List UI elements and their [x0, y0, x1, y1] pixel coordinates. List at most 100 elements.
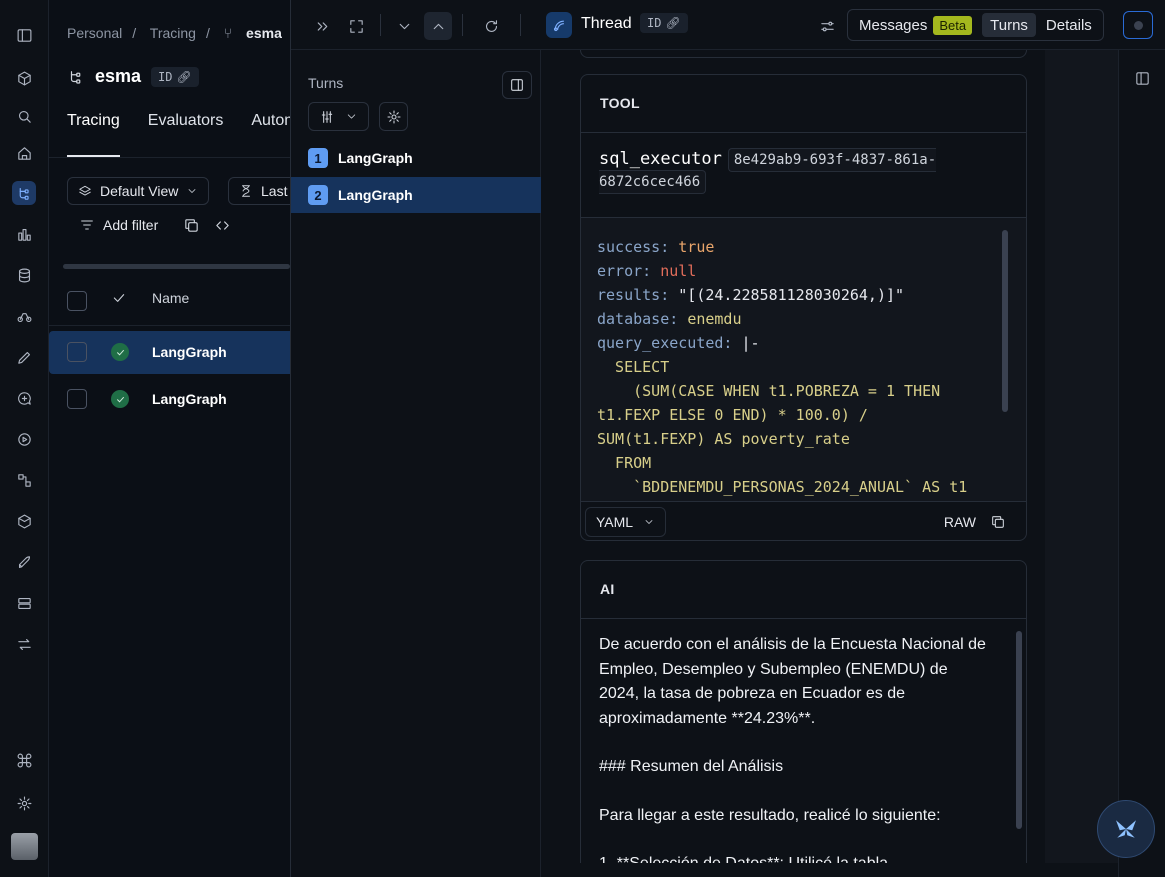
panel-icon [511, 79, 523, 91]
previous-card-edge [580, 50, 1027, 58]
code-icon[interactable] [214, 217, 231, 234]
turn-item-2[interactable]: 2 LangGraph [291, 177, 541, 213]
horizontal-scrollbar[interactable] [63, 264, 290, 269]
layers-icon [79, 185, 91, 196]
settings-gear-icon[interactable] [12, 791, 36, 815]
assistant-fab[interactable] [1097, 800, 1155, 858]
previous-item-chevron-up-icon[interactable] [424, 12, 452, 40]
breadcrumb-personal[interactable]: Personal [67, 25, 122, 41]
raw-toggle[interactable]: RAW [944, 514, 976, 530]
code-line: SUM(t1.FEXP) AS poverty_rate [597, 430, 850, 448]
add-filter-button[interactable]: Add filter [79, 217, 158, 233]
sliders-settings-icon[interactable] [813, 12, 841, 40]
link-icon: 🔗︎ [176, 69, 192, 84]
column-header-name[interactable]: Name [152, 290, 189, 306]
thread-overlay: Thread ID 🔗︎ Messages Beta Turns Details T… [290, 0, 1165, 877]
ai-message-card: AI De acuerdo con el análisis de la Encu… [580, 560, 1027, 863]
search-icon[interactable] [12, 104, 36, 128]
feedback-icon[interactable] [12, 386, 36, 410]
code-value: |- [741, 334, 760, 352]
success-status-icon [111, 390, 129, 408]
transfer-icon[interactable] [12, 632, 36, 656]
table-row[interactable]: LangGraph [49, 378, 290, 421]
copy-icon[interactable] [183, 217, 200, 234]
time-range-button[interactable]: Last [228, 177, 290, 205]
link-icon: 🔗︎ [665, 16, 681, 30]
tabs-divider [49, 157, 290, 158]
code-key: success: [597, 238, 670, 256]
hub-icon[interactable] [12, 509, 36, 533]
servers-icon[interactable] [12, 591, 36, 615]
ai-scrollbar[interactable] [1016, 631, 1022, 829]
tracing-icon[interactable] [12, 181, 36, 205]
view-turns-button[interactable]: Turns [982, 13, 1036, 37]
tool-card-header: TOOL [581, 75, 1026, 133]
runs-table-header: Name [49, 280, 290, 326]
datasets-icon[interactable] [12, 263, 36, 287]
code-scrollbar[interactable] [1002, 230, 1008, 412]
time-range-label: Last [261, 183, 288, 199]
user-avatar[interactable] [11, 833, 38, 860]
code-line: (SUM(CASE WHEN t1.POBREZA = 1 THEN [597, 382, 941, 400]
rocket-icon[interactable] [12, 550, 36, 574]
turns-filter-dropdown[interactable] [308, 102, 369, 131]
collapse-panel-icon[interactable] [308, 12, 336, 40]
code-key: database: [597, 310, 679, 328]
fullscreen-icon[interactable] [342, 12, 370, 40]
messages-label: Messages [859, 16, 928, 34]
deployments-icon[interactable] [12, 468, 36, 492]
toggle-turns-panel-button[interactable] [502, 71, 532, 99]
workspace-icon[interactable] [12, 66, 36, 90]
tab-tracing[interactable]: Tracing [67, 112, 120, 130]
hourglass-icon [242, 185, 250, 197]
breadcrumb-project-icon: ⑂ [223, 25, 233, 41]
thread-id-badge[interactable]: ID 🔗︎ [640, 13, 688, 33]
table-row[interactable]: LangGraph [49, 331, 290, 374]
playground-icon[interactable] [12, 427, 36, 451]
next-item-chevron-down-icon[interactable] [390, 12, 418, 40]
view-details-button[interactable]: Details [1038, 13, 1100, 37]
refresh-icon[interactable] [477, 12, 505, 40]
breadcrumb-tracing[interactable]: Tracing [150, 25, 196, 41]
toggle-details-panel-icon[interactable] [1128, 64, 1156, 92]
ai-paragraph: De acuerdo con el análisis de la Encuest… [599, 636, 986, 727]
default-view-button[interactable]: Default View [67, 177, 210, 205]
sliders-icon [321, 110, 333, 123]
turns-settings-button[interactable] [379, 102, 408, 131]
toggle-sidebar-icon[interactable] [12, 23, 36, 47]
select-all-checkbox[interactable] [67, 291, 87, 311]
row-checkbox[interactable] [67, 342, 87, 362]
home-icon[interactable] [12, 141, 36, 165]
tab-automations[interactable]: Autom [251, 112, 290, 130]
ai-message-body[interactable]: De acuerdo con el análisis de la Encuest… [581, 619, 1026, 863]
ai-paragraph: 1. **Selección de Datos**: Utilicé la ta… [599, 852, 986, 863]
view-messages-button[interactable]: Messages Beta [851, 13, 980, 37]
row-checkbox[interactable] [67, 389, 87, 409]
status-toggle-button[interactable] [1123, 11, 1153, 39]
turn-item-1[interactable]: 1 LangGraph [291, 140, 541, 176]
code-line: FROM [597, 454, 652, 472]
code-value: null [660, 262, 697, 280]
beta-badge: Beta [933, 15, 973, 35]
tool-output-code[interactable]: success: true error: null results: "[(24… [581, 218, 1026, 501]
code-key: query_executed: [597, 334, 733, 352]
toolbar-divider [462, 14, 463, 36]
tab-evaluators[interactable]: Evaluators [148, 112, 224, 130]
code-line: t1.FEXP ELSE 0 END) * 100.0) / [597, 406, 868, 424]
monitoring-icon[interactable] [12, 222, 36, 246]
toolbar-divider [520, 14, 521, 36]
project-id-badge[interactable]: ID 🔗︎ [151, 66, 199, 87]
format-dropdown[interactable]: YAML [585, 506, 667, 537]
chevron-down-icon [645, 519, 653, 524]
prompts-icon[interactable] [12, 345, 36, 369]
code-key: error: [597, 262, 652, 280]
command-icon[interactable] [12, 748, 36, 772]
breadcrumb-separator: / [205, 25, 210, 41]
copy-icon[interactable] [990, 514, 1006, 530]
breadcrumb-current: esma [246, 25, 282, 41]
overlay-toolbar: Thread ID 🔗︎ Messages Beta Turns Details [291, 0, 1165, 50]
app-root: Personal / Tracing / ⑂ esma esma ID 🔗︎ Trac… [0, 0, 1165, 877]
project-tabs: Tracing Evaluators Autom [67, 112, 290, 130]
annotation-icon[interactable] [12, 304, 36, 328]
view-switch: Messages Beta Turns Details [847, 9, 1104, 41]
